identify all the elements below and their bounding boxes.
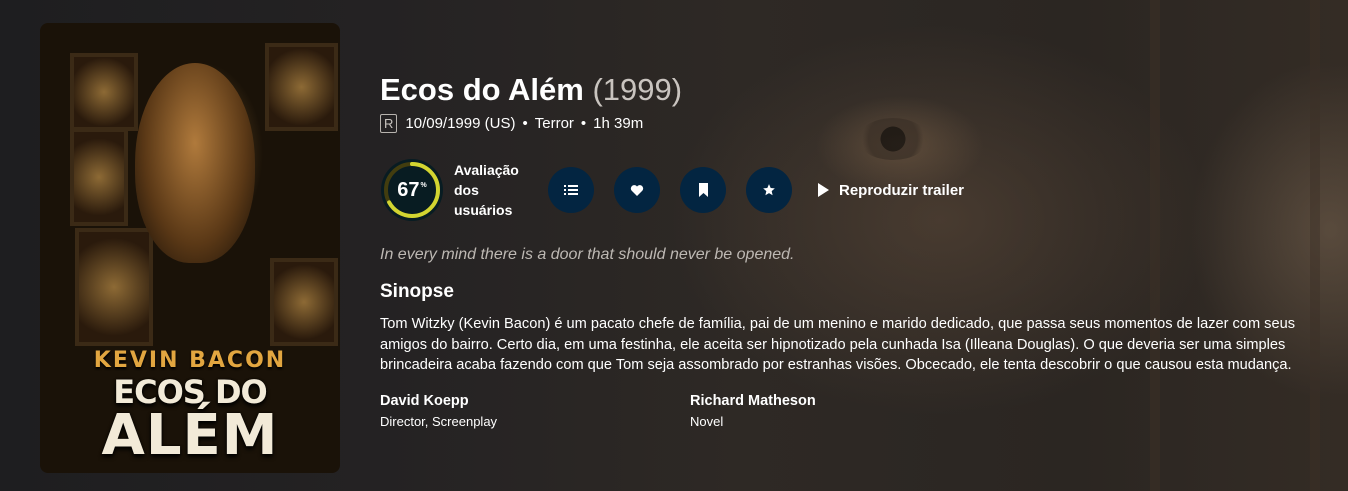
crew-role: Novel (690, 414, 724, 429)
bookmark-icon (698, 183, 708, 197)
poster-window-left (70, 53, 138, 131)
poster-window-right-lower (270, 258, 338, 346)
rate-button[interactable] (746, 167, 792, 213)
separator-dot: • (580, 115, 587, 132)
crew-member: David Koepp Director, Screenplay (380, 393, 690, 429)
score-percent-sign: % (420, 181, 427, 189)
crew-name[interactable]: Richard Matheson (690, 393, 1000, 409)
poster-window-right (265, 43, 338, 131)
runtime: 1h 39m (593, 115, 644, 132)
separator-dot: • (522, 115, 528, 132)
actions-bar: 67% Avaliação dos usuários Reproduzir tr… (380, 158, 964, 222)
backdrop-eye (858, 118, 928, 160)
movie-year: (1999) (592, 72, 683, 107)
poster-window-left-lower (70, 128, 128, 226)
synopsis-heading: Sinopse (380, 281, 454, 302)
add-to-list-button[interactable] (548, 167, 594, 213)
watchlist-button[interactable] (680, 167, 726, 213)
star-icon (763, 184, 775, 196)
play-trailer-button[interactable]: Reproduzir trailer (818, 182, 964, 199)
user-score-chart[interactable]: 67% (380, 158, 444, 222)
movie-title: Ecos do Além (1999) (380, 72, 682, 108)
crew-member: Richard Matheson Novel (690, 393, 1000, 429)
play-trailer-label: Reproduzir trailer (839, 181, 965, 199)
poster-actor-text: KEVIN BACON (93, 348, 287, 373)
movie-poster[interactable]: KEVIN BACON ECOS DO ALÉM (40, 23, 340, 473)
score-label: Avaliação dos usuários (454, 162, 519, 218)
poster-window-bottom-left (75, 228, 153, 346)
backdrop-door-frame (1150, 0, 1320, 491)
poster-title-line2: ALÉM (101, 403, 279, 468)
crew-role: Director, Screenplay (380, 414, 498, 429)
movie-title-text[interactable]: Ecos do Além (380, 72, 584, 107)
heart-icon (630, 184, 644, 196)
genre-link[interactable]: Terror (535, 115, 574, 132)
poster-face (135, 63, 255, 263)
synopsis-text: Tom Witzky (Kevin Bacon) é um pacato che… (380, 316, 1295, 373)
crew-name[interactable]: David Koepp (380, 393, 690, 409)
release-date: 10/09/1999 (US) (405, 115, 516, 132)
movie-facts: R 10/09/1999 (US) • Terror • 1h 39m (380, 114, 643, 133)
favorite-button[interactable] (614, 167, 660, 213)
certification-badge: R (380, 114, 398, 133)
tagline: In every mind there is a door that shoul… (380, 246, 795, 263)
score-value: 67% (380, 158, 444, 222)
play-icon (818, 183, 829, 197)
score-number: 67 (397, 178, 420, 201)
crew-list: David Koepp Director, Screenplay Richard… (380, 393, 1000, 429)
list-icon (564, 185, 578, 195)
